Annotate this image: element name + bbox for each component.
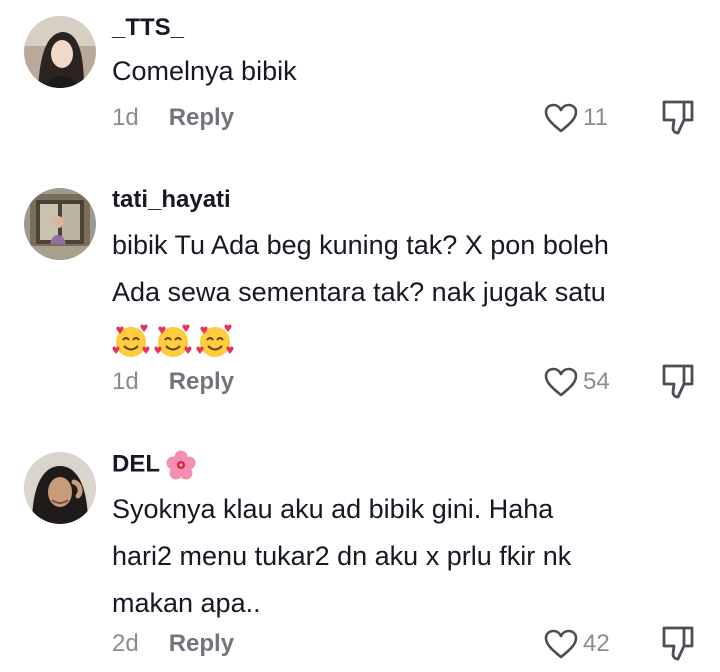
reply-button[interactable]: Reply <box>169 630 234 658</box>
comment-line: Ada sewa sementara tak? nak jugak satu <box>112 277 606 307</box>
like-button[interactable]: 11 <box>543 98 608 138</box>
avatar[interactable] <box>24 452 96 524</box>
comment-text: Comelnya bibik <box>112 48 702 95</box>
dislike-icon[interactable] <box>660 362 696 402</box>
like-count: 11 <box>583 104 608 131</box>
reply-button[interactable]: Reply <box>169 104 234 132</box>
smiling-face-with-hearts-icon <box>112 324 150 357</box>
comment-time: 2d <box>112 630 139 657</box>
like-count: 54 <box>583 368 610 395</box>
dislike-icon[interactable] <box>660 98 696 138</box>
avatar-image-icon <box>24 188 96 260</box>
comment-username[interactable]: _TTS_ <box>112 14 184 42</box>
comment-username-row[interactable]: DEL <box>112 450 196 480</box>
like-button[interactable]: 54 <box>543 362 610 402</box>
comment-line: makan apa.. <box>112 588 261 618</box>
comment-time: 1d <box>112 104 139 131</box>
comment-time: 1d <box>112 368 139 395</box>
comment-text: bibik Tu Ada beg kuning tak? X pon boleh… <box>112 222 702 363</box>
smiling-face-with-hearts-icon <box>154 324 192 357</box>
comment-meta: 2d Reply <box>112 624 234 664</box>
emoji-row <box>112 316 702 363</box>
comment-meta: 1d Reply <box>112 98 234 138</box>
comment-line: Comelnya bibik <box>112 56 297 86</box>
reply-button[interactable]: Reply <box>169 368 234 396</box>
like-button[interactable]: 42 <box>543 624 610 664</box>
comment-line: hari2 menu tukar2 dn aku x prlu fkir nk <box>112 541 572 571</box>
heart-icon <box>544 629 578 659</box>
comment-line: Syoknya klau aku ad bibik gini. Haha <box>112 494 554 524</box>
like-count: 42 <box>583 630 610 657</box>
hibiscus-icon <box>166 450 196 480</box>
heart-icon <box>544 103 578 133</box>
comment-username[interactable]: tati_hayati <box>112 186 231 214</box>
comment-username[interactable]: DEL <box>112 450 160 477</box>
avatar-image-icon <box>24 16 96 88</box>
smiling-face-with-hearts-icon <box>196 324 234 357</box>
avatar[interactable] <box>24 16 96 88</box>
dislike-icon[interactable] <box>660 624 696 664</box>
avatar[interactable] <box>24 188 96 260</box>
avatar-image-icon <box>24 452 96 524</box>
comment-line: bibik Tu Ada beg kuning tak? X pon boleh <box>112 230 609 260</box>
heart-icon <box>544 367 578 397</box>
comment-meta: 1d Reply <box>112 362 234 402</box>
comment-text: Syoknya klau aku ad bibik gini. Haha har… <box>112 486 702 627</box>
